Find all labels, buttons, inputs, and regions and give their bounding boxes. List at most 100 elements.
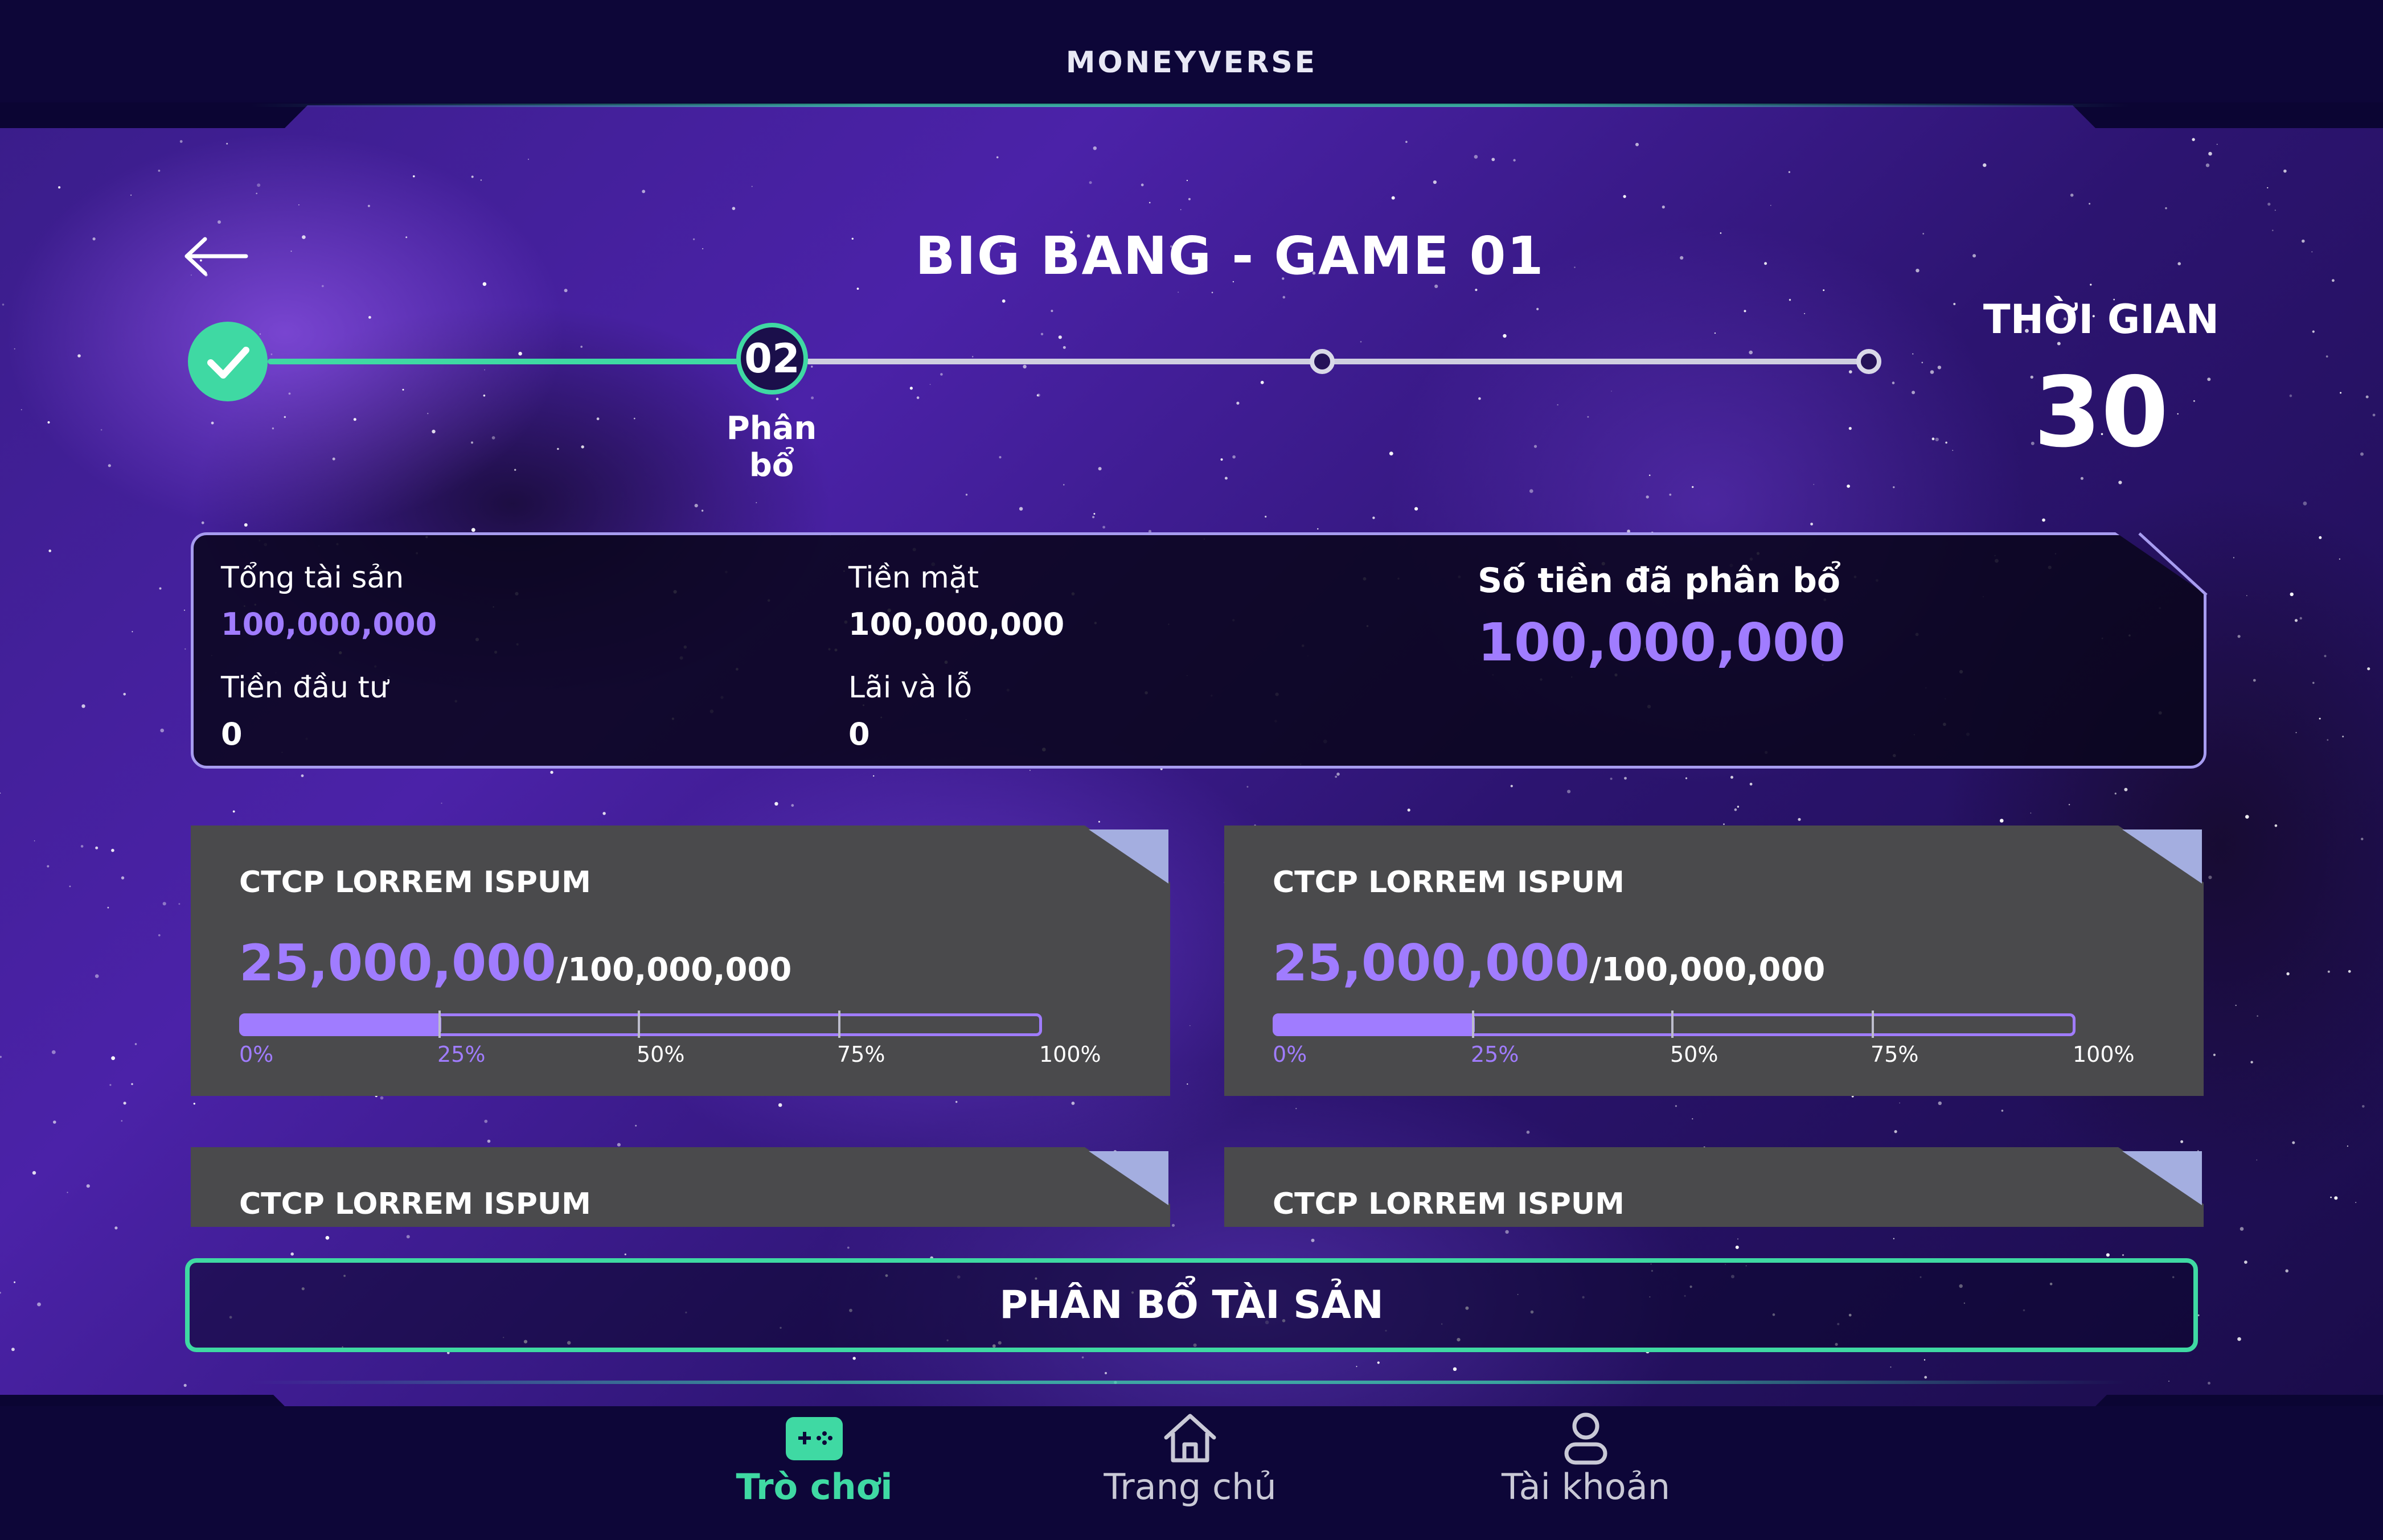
star xyxy=(1510,785,1513,787)
star xyxy=(1414,507,1418,511)
step-3[interactable] xyxy=(1310,349,1335,374)
star xyxy=(1737,1238,1738,1240)
star xyxy=(257,183,261,187)
star xyxy=(2327,739,2329,741)
back-button[interactable] xyxy=(182,233,251,279)
star xyxy=(1945,441,1947,444)
star xyxy=(1377,1361,1380,1364)
star xyxy=(1190,1025,1191,1026)
star xyxy=(2246,595,2247,596)
step-4[interactable] xyxy=(1856,349,1881,374)
stepper-line-pending xyxy=(806,359,1876,364)
stock-card[interactable]: CTCP LORREM ISPUM xyxy=(191,1147,1170,1227)
star xyxy=(441,802,442,804)
star xyxy=(2235,1004,2237,1007)
star xyxy=(1770,204,1771,206)
star xyxy=(2283,169,2287,173)
star xyxy=(1916,269,1919,273)
star xyxy=(996,156,999,159)
allocate-assets-button[interactable]: PHÂN BỔ TÀI SẢN xyxy=(185,1258,2198,1352)
star xyxy=(2068,804,2070,806)
allocation-slider[interactable] xyxy=(1273,1013,2076,1036)
star xyxy=(2294,619,2298,622)
star xyxy=(1474,155,1478,159)
star xyxy=(123,1102,126,1105)
star xyxy=(1692,1118,1693,1120)
star xyxy=(2367,667,2370,671)
stock-card-title: CTCP LORREM ISPUM xyxy=(1273,865,1625,900)
star xyxy=(2090,284,2092,286)
star xyxy=(2114,792,2117,795)
pnl-value: 0 xyxy=(848,716,870,752)
star xyxy=(1105,1371,1107,1374)
star xyxy=(2332,279,2335,282)
stock-card[interactable]: CTCP LORREM ISPUM 25,000,000/100,000,000… xyxy=(191,826,1170,1096)
moneyverse-logo: MONEYVERSE xyxy=(1065,46,1318,80)
nav-item-games[interactable]: Trò chơi xyxy=(672,1401,957,1537)
scale-label: 50% xyxy=(1670,1042,1718,1067)
star xyxy=(1675,1105,1677,1107)
timer-label: THỜI GIAN xyxy=(1983,296,2220,343)
star xyxy=(134,1043,137,1045)
nav-item-home[interactable]: Trang chủ xyxy=(1048,1401,1332,1537)
step-current[interactable]: 02 xyxy=(736,323,808,395)
star xyxy=(132,631,133,633)
star xyxy=(2253,679,2256,682)
star xyxy=(2319,717,2321,720)
star xyxy=(0,1056,2,1058)
star xyxy=(2237,1337,2241,1341)
allocation-slider[interactable] xyxy=(239,1013,1042,1036)
star xyxy=(2319,536,2322,539)
star xyxy=(1141,183,1144,187)
nav-label-games: Trò chơi xyxy=(736,1466,893,1508)
star xyxy=(1220,458,1223,461)
star xyxy=(80,845,84,848)
star xyxy=(2244,1260,2247,1264)
pnl-label: Lãi và lỗ xyxy=(848,671,973,705)
star xyxy=(1804,313,1806,314)
star xyxy=(1051,310,1053,313)
star xyxy=(1938,1101,1942,1106)
star xyxy=(1646,495,1649,499)
star xyxy=(1749,782,1753,786)
star xyxy=(406,1235,410,1239)
star xyxy=(1921,362,1923,364)
star xyxy=(0,792,1,794)
star xyxy=(2362,1105,2365,1108)
star xyxy=(1093,146,1097,150)
star xyxy=(2089,203,2091,205)
star xyxy=(1089,181,1092,184)
star xyxy=(159,587,162,590)
user-icon xyxy=(1564,1412,1607,1465)
frame-border-top xyxy=(251,104,2130,107)
star xyxy=(1019,507,1023,511)
star xyxy=(2361,837,2364,840)
star xyxy=(1734,808,1737,811)
star xyxy=(1092,516,1095,519)
star xyxy=(290,250,292,252)
step-completed[interactable] xyxy=(188,322,268,401)
star xyxy=(564,289,568,293)
stock-card[interactable]: CTCP LORREM ISPUM 25,000,000/100,000,000… xyxy=(1224,826,2204,1096)
star xyxy=(301,774,304,777)
star xyxy=(2118,481,2122,484)
nav-item-account[interactable]: Tài khoản xyxy=(1443,1401,1728,1537)
scale-tick xyxy=(438,1011,441,1038)
star xyxy=(380,1096,384,1100)
star xyxy=(1186,179,1188,182)
star xyxy=(1847,484,1851,488)
star xyxy=(791,804,794,807)
star xyxy=(617,1143,621,1147)
star xyxy=(2339,558,2341,560)
stepper-line-done xyxy=(268,359,740,364)
star xyxy=(756,502,757,503)
star xyxy=(1930,370,1934,374)
star xyxy=(2267,203,2271,206)
total-assets-label: Tổng tài sản xyxy=(221,561,404,595)
star xyxy=(2302,239,2305,243)
star xyxy=(193,1103,195,1105)
star xyxy=(95,974,99,978)
stock-card[interactable]: CTCP LORREM ISPUM xyxy=(1224,1147,2204,1227)
star xyxy=(2365,395,2369,399)
star xyxy=(11,1348,15,1352)
